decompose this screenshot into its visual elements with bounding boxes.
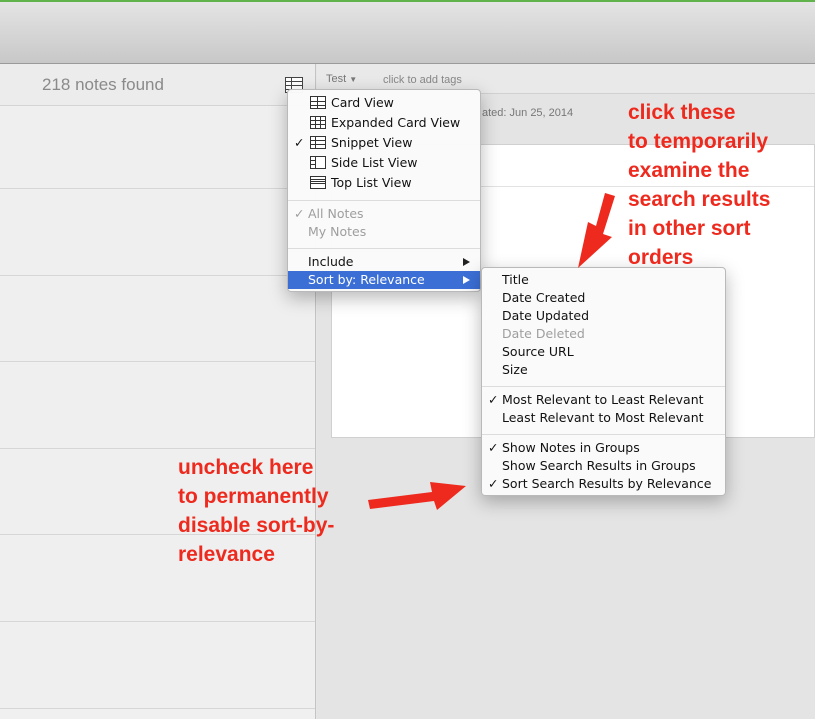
menu-item-label: Top List View [331,175,412,190]
menu-item-label: Side List View [331,155,418,170]
window-toolbar [0,0,815,64]
menu-item-label: Sort by: Relevance [308,272,425,287]
menu-item-label: Size [502,362,528,377]
menu-item-label: Snippet View [331,135,413,150]
menu-separator [482,434,725,435]
menu-item-sort-field[interactable]: Date Created [482,289,725,307]
annotation-top: click these to temporarily examine the s… [628,101,771,269]
menu-item-view[interactable]: Top List View [288,174,480,192]
list-item[interactable] [0,107,315,189]
menu-item-sort-field[interactable]: Date Updated [482,307,725,325]
menu-item-sort-order[interactable]: Least Relevant to Most Relevant [482,409,725,427]
menu-item-sort-field[interactable]: Size [482,361,725,379]
view-options-menu: Card View Expanded Card View ✓ Snippet View… [287,89,481,292]
list-item[interactable] [0,623,315,709]
menu-item-sort-field[interactable]: Title [482,271,725,289]
menu-item-label: Title [502,272,529,287]
checkmark-icon: ✓ [488,440,499,455]
menu-item-view[interactable]: Side List View [288,154,480,172]
menu-item-label: Source URL [502,344,574,359]
menu-item-scope: ✓ All Notes [288,205,480,223]
checkmark-icon: ✓ [488,476,499,491]
menu-separator [288,248,480,249]
card-view-icon [310,96,326,109]
chevron-down-icon: ▼ [349,75,358,84]
menu-item-label: Expanded Card View [331,115,461,130]
list-item[interactable] [0,190,315,276]
expanded-card-view-icon [310,116,326,129]
menu-item-sort-option[interactable]: ✓ Sort Search Results by Relevance [482,475,725,493]
menu-item-label: Show Search Results in Groups [502,458,696,473]
menu-item-sort-option[interactable]: Show Search Results in Groups [482,457,725,475]
menu-item-label: Include [308,254,354,269]
menu-item-label: Date Created [502,290,586,305]
notebook-selector[interactable]: Test ▼ [326,73,357,85]
menu-item-include[interactable]: Include [288,253,480,271]
menu-item-scope: My Notes [288,223,480,241]
menu-item-view[interactable]: ✓ Snippet View [288,134,480,152]
menu-item-view[interactable]: Card View [288,94,480,112]
side-list-view-icon [310,156,326,169]
checkmark-icon: ✓ [488,392,499,407]
submenu-arrow-icon [463,276,470,284]
annotation-bottom: uncheck here to permanently disable sort… [178,456,335,566]
menu-item-view[interactable]: Expanded Card View [288,114,480,132]
list-item[interactable] [0,363,315,449]
menu-item-label: Date Updated [502,308,590,323]
menu-item-label: Card View [331,95,394,110]
menu-item-label: Sort Search Results by Relevance [502,476,712,491]
add-tags-field[interactable]: click to add tags [383,74,462,86]
submenu-arrow-icon [463,258,470,266]
menu-item-sort-by[interactable]: Sort by: Relevance [288,271,480,289]
menu-item-sort-order[interactable]: ✓ Most Relevant to Least Relevant [482,391,725,409]
menu-item-label: Date Deleted [502,326,585,341]
menu-item-sort-field: Date Deleted [482,325,725,343]
notes-found-count: 218 notes found [42,75,164,94]
menu-item-label: Most Relevant to Least Relevant [502,392,704,407]
checkmark-icon: ✓ [294,135,305,150]
list-item[interactable] [0,277,315,362]
note-list-header: 218 notes found [0,64,315,106]
checkmark-icon: ✓ [294,206,305,221]
top-list-view-icon [310,176,326,189]
note-list-panel: 218 notes found [0,64,316,719]
menu-item-label: Show Notes in Groups [502,440,640,455]
menu-item-sort-option[interactable]: ✓ Show Notes in Groups [482,439,725,457]
menu-item-label: My Notes [308,224,367,239]
menu-separator [482,386,725,387]
menu-item-label: Least Relevant to Most Relevant [502,410,704,425]
menu-item-sort-field[interactable]: Source URL [482,343,725,361]
menu-item-label: All Notes [308,206,364,221]
menu-separator [288,200,480,201]
snippet-view-icon [310,136,326,149]
sort-by-submenu: Title Date Created Date Updated Date Delete… [481,267,726,496]
note-updated-date: ated: Jun 25, 2014 [482,107,574,119]
